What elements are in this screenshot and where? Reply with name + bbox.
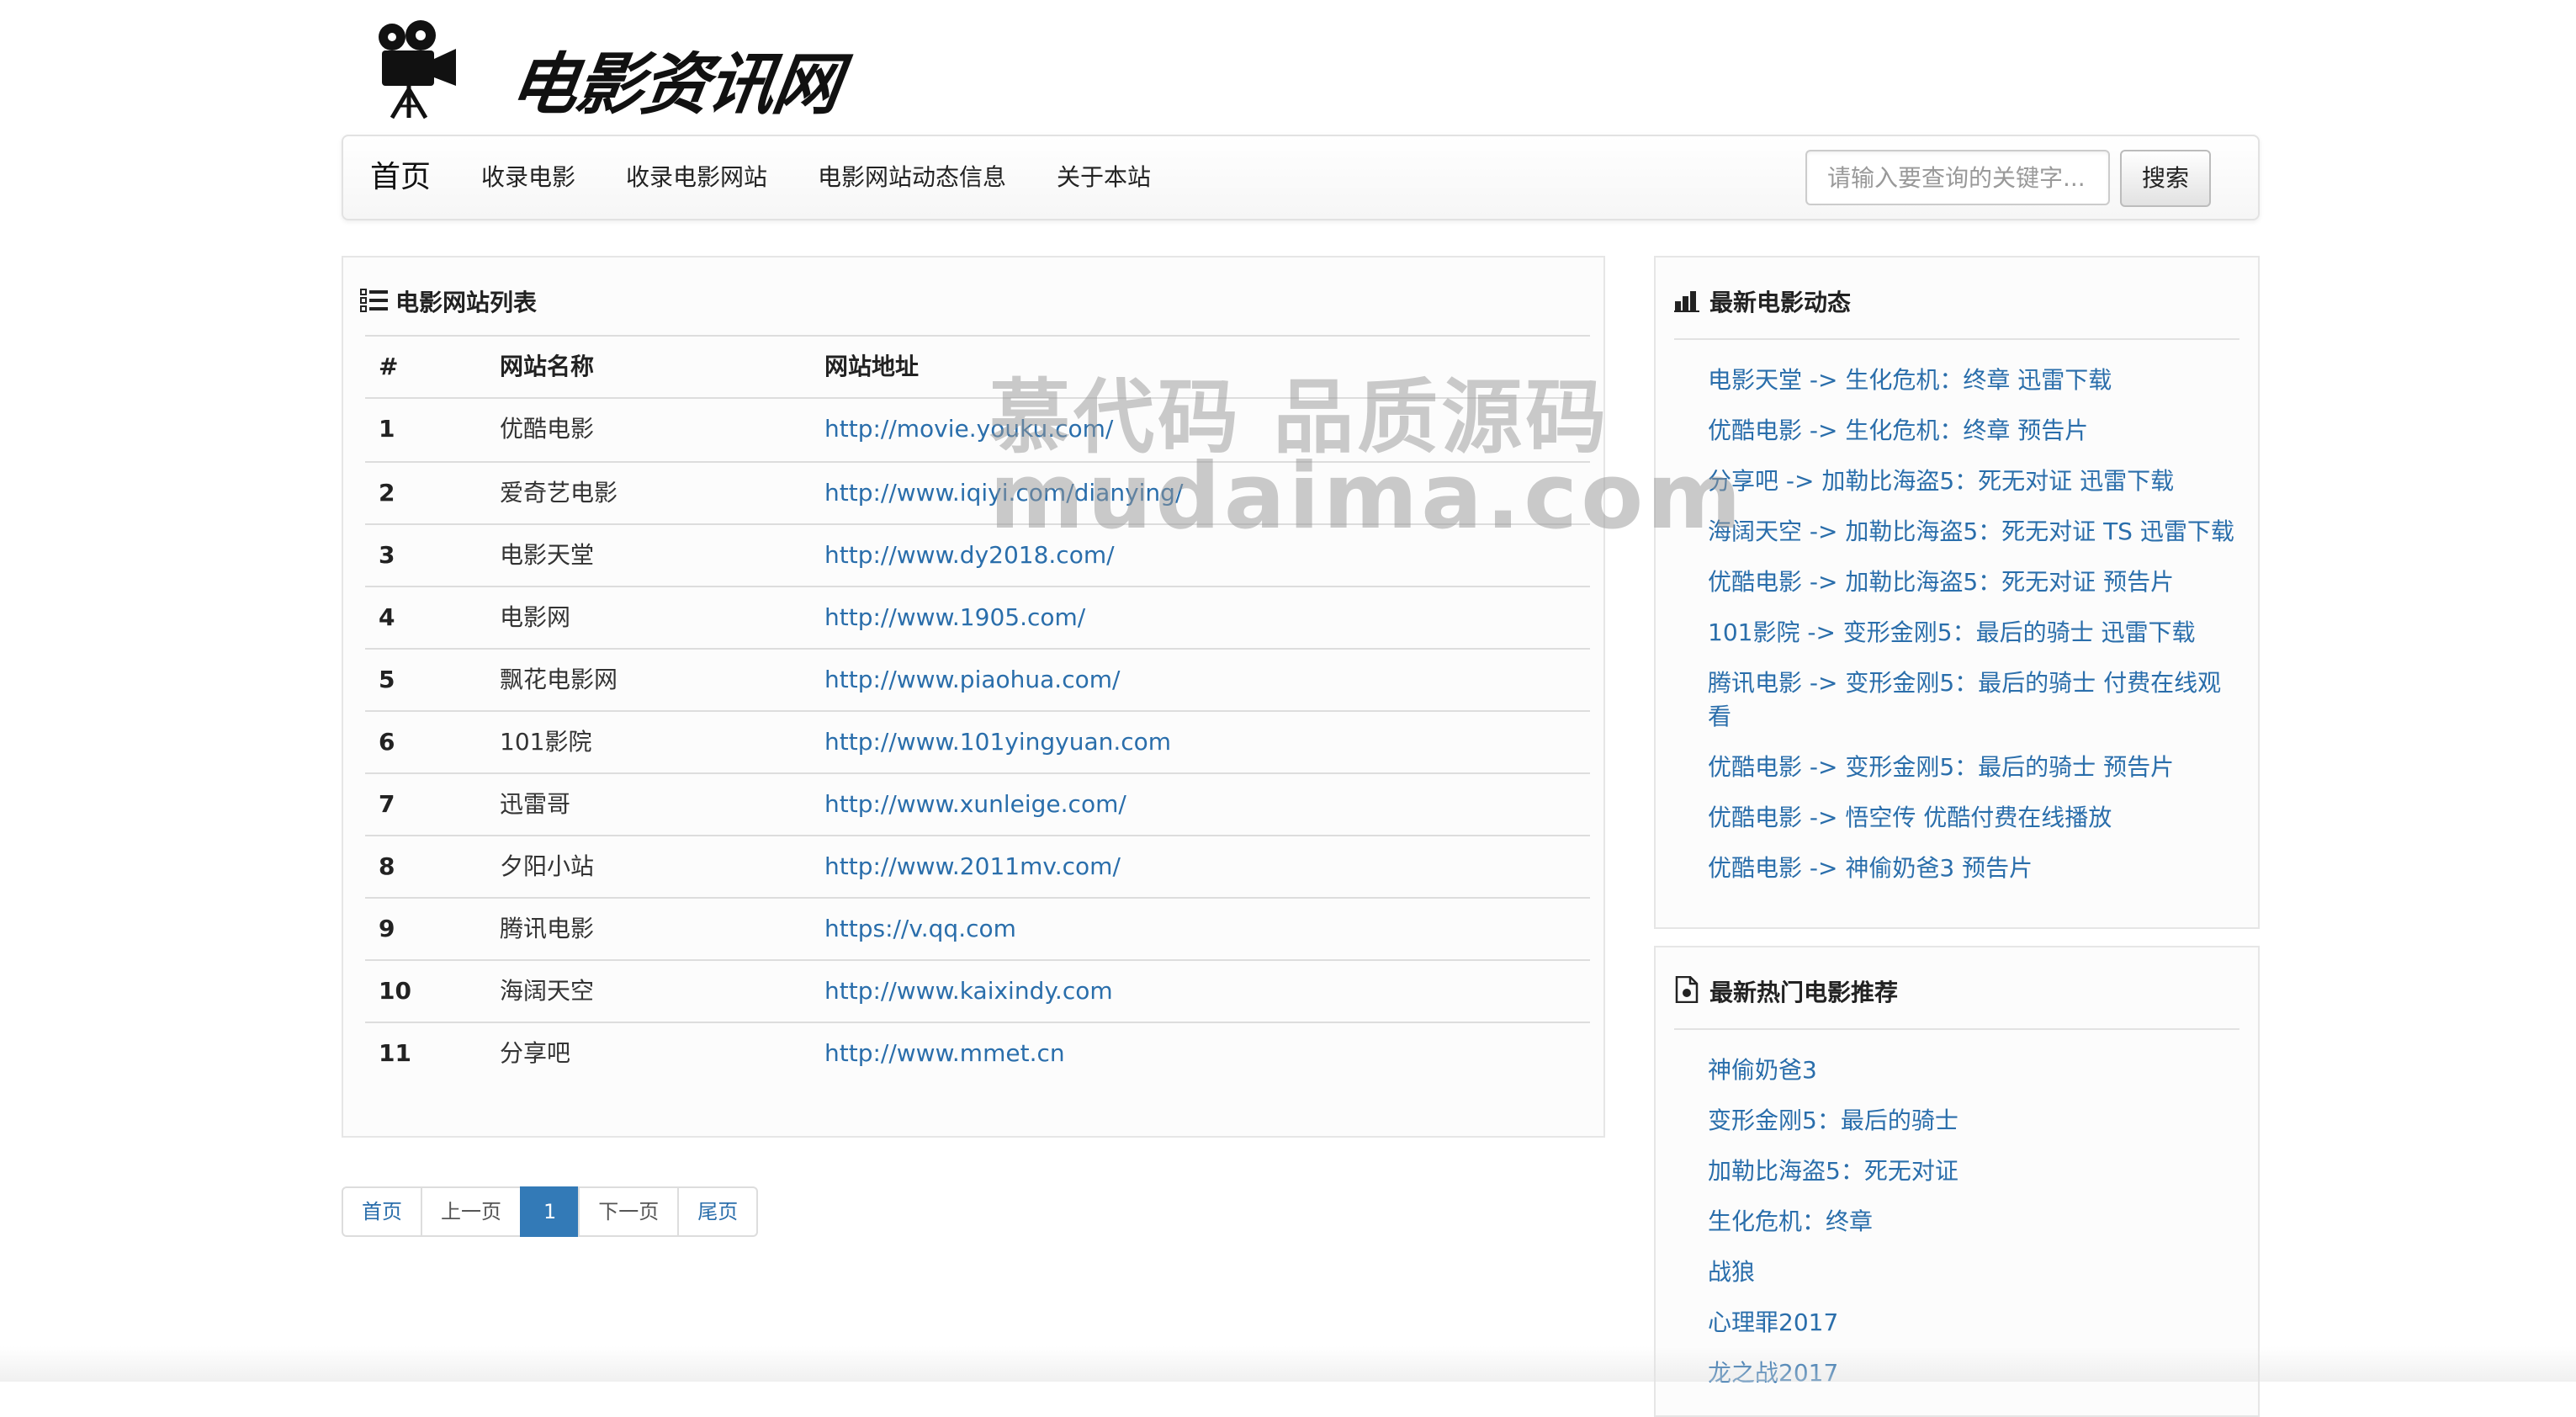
news-item-link[interactable]: 海阔天空 -> 加勒比海盗5：死无对证 TS 迅雷下载 [1708,515,2238,549]
site-list-title-wrap: 电影网站列表 [360,284,537,318]
table-row: 8 夕阳小站 http://www.2011mv.com/ [365,835,1590,897]
bottom-shadow [0,1346,2576,1382]
site-name: 海阔天空 [500,977,595,1005]
row-number: 10 [379,977,411,1005]
col-header-number: # [379,353,399,380]
divider [1674,338,2239,340]
hot-movies-title: 最新热门电影推荐 [1709,979,1899,1006]
site-url-link[interactable]: https://v.qq.com [824,899,1016,959]
news-item-link[interactable]: 优酷电影 -> 悟空传 优酷付费在线播放 [1708,801,2238,835]
page-current[interactable]: 1 [520,1186,580,1237]
table-row: 4 电影网 http://www.1905.com/ [365,586,1590,648]
nav-site-updates[interactable]: 电影网站动态信息 [818,136,1006,219]
hot-movie-link[interactable]: 战狼 [1708,1255,2238,1289]
site-logo[interactable]: 电影资讯网 [379,19,850,124]
site-url-link[interactable]: http://www.piaohua.com/ [824,650,1120,710]
news-item-link[interactable]: 优酷电影 -> 加勒比海盗5：死无对证 预告片 [1708,565,2238,599]
news-item-link[interactable]: 分享吧 -> 加勒比海盗5：死无对证 迅雷下载 [1708,464,2238,498]
row-number: 5 [379,666,395,693]
latest-news-title: 最新电影动态 [1709,289,1852,316]
site-url-link[interactable]: http://www.1905.com/ [824,587,1085,648]
site-name: 优酷电影 [500,415,595,443]
table-row: 7 迅雷哥 http://www.xunleige.com/ [365,772,1590,835]
hot-movie-link[interactable]: 加勒比海盗5：死无对证 [1708,1154,2238,1188]
site-name: 爱奇艺电影 [500,479,618,507]
page-next[interactable]: 下一页 [578,1186,680,1237]
site-url-link[interactable]: http://www.2011mv.com/ [824,836,1121,897]
site-url-link[interactable]: http://www.kaixindy.com [824,961,1113,1022]
news-item-link[interactable]: 101影院 -> 变形金刚5：最后的骑士 迅雷下载 [1708,616,2238,650]
hot-movies-title-wrap: 最新热门电影推荐 [1674,974,1898,1008]
latest-news-panel: 最新电影动态 电影天堂 -> 生化危机：终章 迅雷下载 优酷电影 -> 生化危机：… [1654,256,2260,929]
nav-home[interactable]: 首页 [370,136,431,219]
pagination: 首页 上一页 1 下一页 尾页 [342,1186,759,1237]
divider [1674,1028,2239,1030]
top-navbar: 首页 收录电影 收录电影网站 电影网站动态信息 关于本站 搜索 [342,135,2260,220]
news-item-link[interactable]: 腾讯电影 -> 变形金刚5：最后的骑士 付费在线观看 [1708,666,2238,734]
hot-movie-link[interactable]: 变形金刚5：最后的骑士 [1708,1104,2238,1138]
site-url-link[interactable]: http://www.xunleige.com/ [824,774,1126,835]
site-name: 电影天堂 [500,541,595,569]
row-number: 3 [379,541,395,569]
search-input[interactable] [1805,150,2110,205]
row-number: 2 [379,479,395,507]
page-prev[interactable]: 上一页 [421,1186,522,1237]
latest-news-list: 电影天堂 -> 生化危机：终章 迅雷下载 优酷电影 -> 生化危机：终章 预告片分… [1708,364,2238,902]
nav-movies[interactable]: 收录电影 [481,136,575,219]
watermark-domain: mudaima.com [989,444,1745,549]
table-row: 6 101影院 http://www.101yingyuan.com [365,710,1590,772]
row-number: 11 [379,1039,411,1067]
list-icon [360,289,388,312]
news-item-link[interactable]: 优酷电影 -> 变形金刚5：最后的骑士 预告片 [1708,751,2238,784]
nav-about[interactable]: 关于本站 [1057,136,1151,219]
site-name: 分享吧 [500,1039,571,1067]
nav-movie-sites[interactable]: 收录电影网站 [626,136,767,219]
hot-movie-link[interactable]: 心理罪2017 [1708,1306,2238,1340]
news-item-link[interactable]: 电影天堂 -> 生化危机：终章 迅雷下载 [1708,364,2238,397]
page-first[interactable]: 首页 [342,1186,422,1237]
search-button[interactable]: 搜索 [2120,150,2211,207]
site-name: 腾讯电影 [500,915,595,942]
logo-text: 电影资讯网 [505,45,845,124]
page-last[interactable]: 尾页 [677,1186,759,1237]
row-number: 8 [379,852,395,880]
table-row: 9 腾讯电影 https://v.qq.com [365,897,1590,959]
site-list-title: 电影网站列表 [395,289,538,316]
row-number: 7 [379,790,395,818]
hot-movie-link[interactable]: 生化危机：终章 [1708,1205,2238,1239]
site-url-link[interactable]: http://www.101yingyuan.com [824,712,1171,772]
table-row: 5 飘花电影网 http://www.piaohua.com/ [365,648,1590,710]
col-header-name: 网站名称 [500,353,595,380]
site-name: 飘花电影网 [500,666,618,693]
row-number: 6 [379,728,395,756]
site-name: 迅雷哥 [500,790,571,818]
document-icon [1675,976,1699,1003]
news-item-link[interactable]: 优酷电影 -> 生化危机：终章 预告片 [1708,414,2238,448]
row-number: 1 [379,415,395,443]
latest-news-title-wrap: 最新电影动态 [1674,284,1851,318]
site-name: 电影网 [500,603,571,631]
site-name: 101影院 [500,728,592,756]
row-number: 9 [379,915,395,942]
hot-movie-link[interactable]: 神偷奶爸3 [1708,1053,2238,1087]
table-row: 11 分享吧 http://www.mmet.cn [365,1022,1590,1084]
site-url-link[interactable]: http://www.mmet.cn [824,1023,1065,1084]
bar-chart-icon [1674,291,1699,312]
table-row: 10 海阔天空 http://www.kaixindy.com [365,959,1590,1022]
news-item-link[interactable]: 优酷电影 -> 神偷奶爸3 预告片 [1708,852,2238,885]
col-header-url: 网站地址 [824,353,920,380]
site-name: 夕阳小站 [500,852,595,880]
row-number: 4 [379,603,395,631]
